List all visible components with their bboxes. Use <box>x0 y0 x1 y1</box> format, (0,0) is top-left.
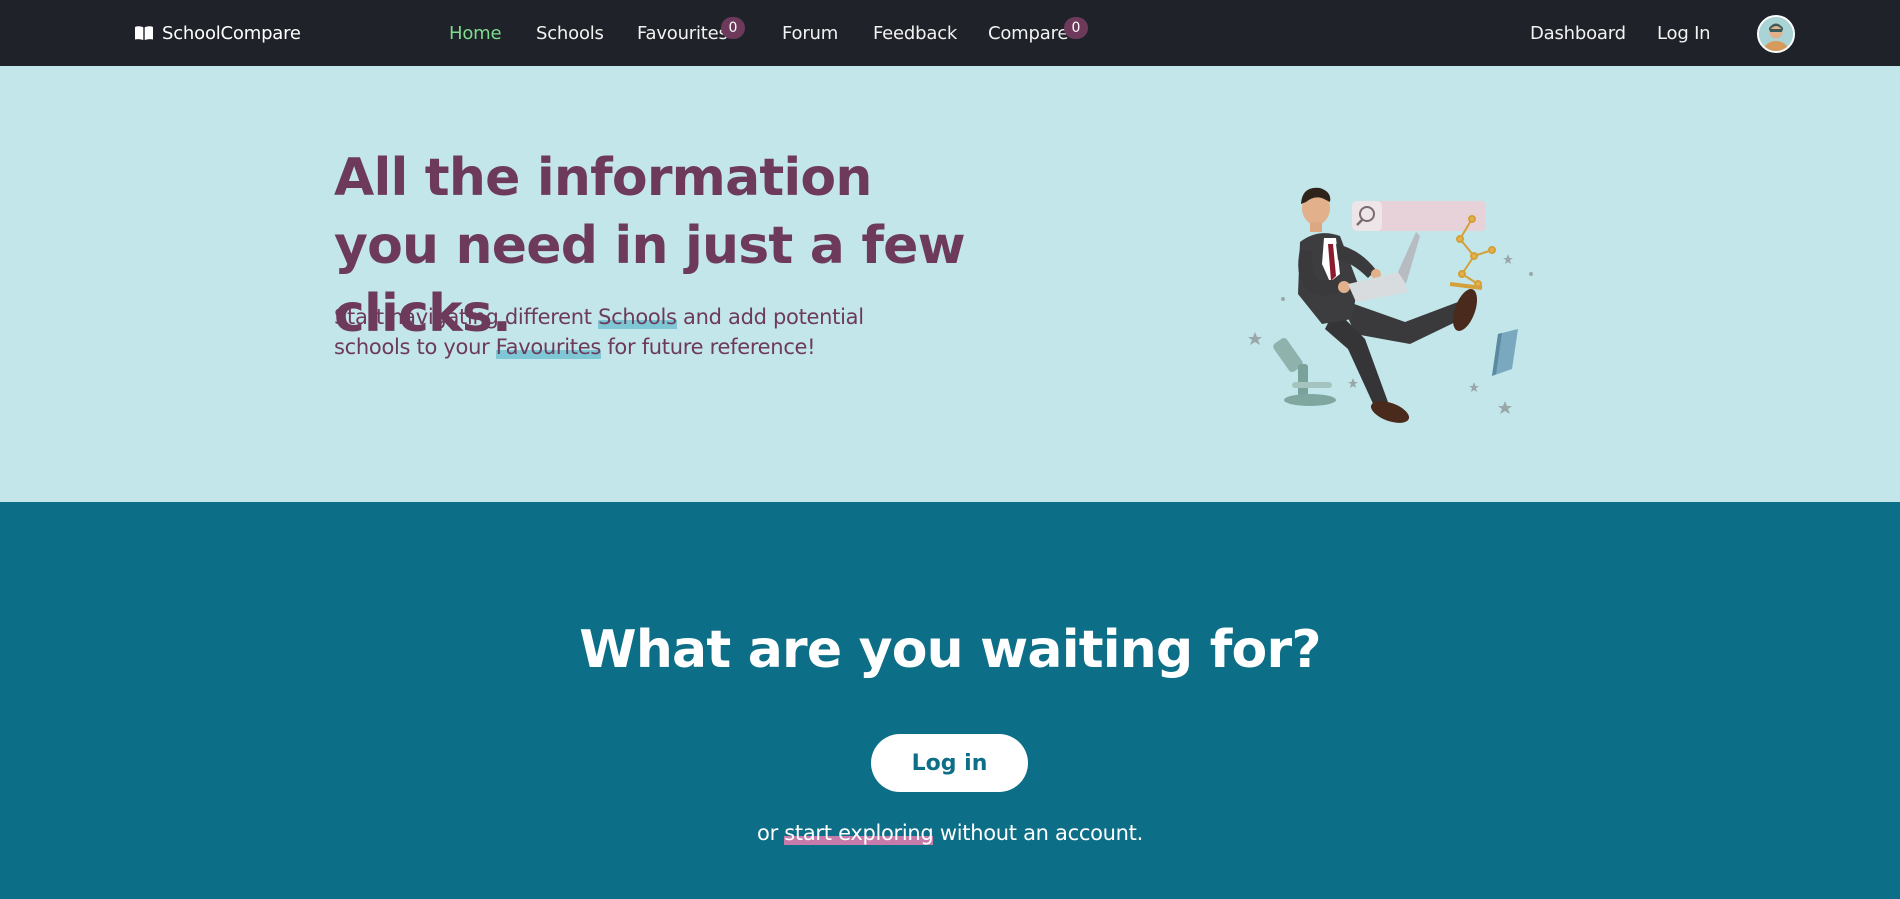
nav-schools[interactable]: Schools <box>536 0 604 66</box>
nav-favourites[interactable]: Favourites <box>637 0 728 66</box>
nav-dashboard[interactable]: Dashboard <box>1530 0 1626 66</box>
nav-home[interactable]: Home <box>449 0 502 66</box>
hero-section: All the information you need in just a f… <box>0 66 1900 502</box>
favourites-count-badge: 0 <box>721 17 745 39</box>
compare-count-badge: 0 <box>1064 17 1088 39</box>
schools-link[interactable]: Schools <box>598 305 677 329</box>
cta-explore-text: or start exploring without an account. <box>0 818 1900 848</box>
brand-name: SchoolCompare <box>162 22 301 44</box>
nav-forum[interactable]: Forum <box>782 0 838 66</box>
brand-link[interactable]: SchoolCompare <box>134 0 301 66</box>
favourites-link[interactable]: Favourites <box>495 335 601 359</box>
cta-title: What are you waiting for? <box>579 620 1321 680</box>
top-navbar: SchoolCompare Home Schools Favourites 0 … <box>0 0 1900 66</box>
nav-login[interactable]: Log In <box>1657 0 1711 66</box>
book-open-icon <box>134 25 154 41</box>
hero-text-part: for future reference! <box>600 335 816 359</box>
cta-section: What are you waiting for? Log in or star… <box>0 502 1900 899</box>
login-button[interactable]: Log in <box>871 734 1028 792</box>
hero-description: Start navigating different Schools and a… <box>334 302 894 362</box>
hero-text-part: Start navigating different <box>334 305 599 329</box>
cta-text-part: or <box>757 821 785 845</box>
nav-compare[interactable]: Compare <box>988 0 1068 66</box>
cta-text-part: without an account. <box>933 821 1143 845</box>
start-exploring-link[interactable]: start exploring <box>784 821 934 845</box>
businessman-laptop-illustration <box>1240 124 1540 444</box>
user-avatar-icon[interactable] <box>1757 15 1795 53</box>
nav-feedback[interactable]: Feedback <box>873 0 957 66</box>
